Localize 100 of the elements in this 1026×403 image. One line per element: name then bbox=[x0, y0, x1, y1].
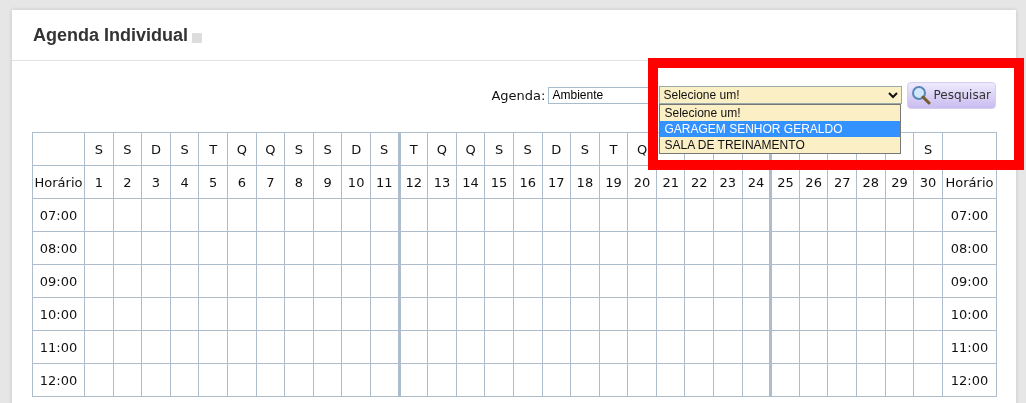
slot-cell[interactable] bbox=[170, 231, 199, 265]
slot-cell[interactable] bbox=[656, 363, 685, 397]
slot-cell[interactable] bbox=[284, 297, 314, 331]
slot-cell[interactable] bbox=[227, 231, 257, 265]
slot-cell[interactable] bbox=[513, 330, 542, 364]
slot-cell[interactable] bbox=[227, 264, 257, 298]
slot-cell[interactable] bbox=[799, 363, 828, 397]
slot-cell[interactable] bbox=[570, 297, 600, 331]
slot-cell[interactable] bbox=[913, 363, 943, 397]
slot-cell[interactable] bbox=[284, 198, 314, 232]
dropdown-option[interactable]: Selecione um! bbox=[660, 105, 901, 121]
slot-cell[interactable] bbox=[399, 231, 428, 265]
slot-cell[interactable] bbox=[713, 363, 743, 397]
slot-cell[interactable] bbox=[341, 264, 371, 298]
slot-cell[interactable] bbox=[913, 330, 943, 364]
slot-cell[interactable] bbox=[113, 198, 142, 232]
slot-cell[interactable] bbox=[170, 363, 199, 397]
slot-cell[interactable] bbox=[113, 363, 142, 397]
slot-cell[interactable] bbox=[456, 264, 485, 298]
search-button[interactable]: Pesquisar bbox=[907, 81, 996, 109]
slot-cell[interactable] bbox=[770, 198, 800, 232]
slot-cell[interactable] bbox=[284, 363, 314, 397]
slot-cell[interactable] bbox=[484, 231, 514, 265]
slot-cell[interactable] bbox=[256, 330, 285, 364]
dropdown-option[interactable]: SALA DE TREINAMENTO bbox=[660, 137, 901, 153]
slot-cell[interactable] bbox=[141, 363, 171, 397]
slot-cell[interactable] bbox=[913, 198, 943, 232]
slot-cell[interactable] bbox=[542, 363, 571, 397]
slot-cell[interactable] bbox=[341, 330, 371, 364]
slot-cell[interactable] bbox=[799, 297, 828, 331]
slot-cell[interactable] bbox=[84, 198, 114, 232]
slot-cell[interactable] bbox=[885, 264, 914, 298]
slot-cell[interactable] bbox=[341, 297, 371, 331]
agenda-select[interactable]: Selecione um! bbox=[659, 86, 903, 104]
slot-cell[interactable] bbox=[684, 231, 714, 265]
slot-cell[interactable] bbox=[484, 363, 514, 397]
slot-cell[interactable] bbox=[113, 330, 142, 364]
slot-cell[interactable] bbox=[684, 330, 714, 364]
slot-cell[interactable] bbox=[570, 198, 600, 232]
slot-cell[interactable] bbox=[456, 363, 485, 397]
slot-cell[interactable] bbox=[885, 330, 914, 364]
slot-cell[interactable] bbox=[770, 264, 800, 298]
slot-cell[interactable] bbox=[427, 330, 457, 364]
slot-cell[interactable] bbox=[513, 231, 542, 265]
slot-cell[interactable] bbox=[456, 198, 485, 232]
slot-cell[interactable] bbox=[599, 231, 628, 265]
slot-cell[interactable] bbox=[484, 297, 514, 331]
slot-cell[interactable] bbox=[656, 297, 685, 331]
slot-cell[interactable] bbox=[170, 198, 199, 232]
slot-cell[interactable] bbox=[770, 297, 800, 331]
slot-cell[interactable] bbox=[198, 264, 228, 298]
slot-cell[interactable] bbox=[513, 198, 542, 232]
slot-cell[interactable] bbox=[827, 363, 857, 397]
slot-cell[interactable] bbox=[770, 330, 800, 364]
slot-cell[interactable] bbox=[542, 198, 571, 232]
slot-cell[interactable] bbox=[84, 297, 114, 331]
slot-cell[interactable] bbox=[284, 231, 314, 265]
slot-cell[interactable] bbox=[341, 231, 371, 265]
slot-cell[interactable] bbox=[170, 264, 199, 298]
slot-cell[interactable] bbox=[627, 231, 657, 265]
slot-cell[interactable] bbox=[227, 198, 257, 232]
slot-cell[interactable] bbox=[656, 330, 685, 364]
slot-cell[interactable] bbox=[713, 231, 743, 265]
slot-cell[interactable] bbox=[170, 297, 199, 331]
slot-cell[interactable] bbox=[227, 297, 257, 331]
slot-cell[interactable] bbox=[684, 198, 714, 232]
slot-cell[interactable] bbox=[227, 330, 257, 364]
slot-cell[interactable] bbox=[570, 363, 600, 397]
slot-cell[interactable] bbox=[313, 264, 342, 298]
slot-cell[interactable] bbox=[599, 297, 628, 331]
slot-cell[interactable] bbox=[799, 231, 828, 265]
slot-cell[interactable] bbox=[198, 330, 228, 364]
slot-cell[interactable] bbox=[427, 264, 457, 298]
slot-cell[interactable] bbox=[885, 363, 914, 397]
slot-cell[interactable] bbox=[570, 330, 600, 364]
slot-cell[interactable] bbox=[856, 231, 886, 265]
slot-cell[interactable] bbox=[513, 297, 542, 331]
slot-cell[interactable] bbox=[313, 231, 342, 265]
slot-cell[interactable] bbox=[341, 198, 371, 232]
slot-cell[interactable] bbox=[427, 363, 457, 397]
slot-cell[interactable] bbox=[713, 264, 743, 298]
slot-cell[interactable] bbox=[684, 264, 714, 298]
slot-cell[interactable] bbox=[599, 264, 628, 298]
slot-cell[interactable] bbox=[399, 363, 428, 397]
slot-cell[interactable] bbox=[513, 264, 542, 298]
slot-cell[interactable] bbox=[627, 198, 657, 232]
slot-cell[interactable] bbox=[399, 264, 428, 298]
slot-cell[interactable] bbox=[313, 297, 342, 331]
slot-cell[interactable] bbox=[198, 363, 228, 397]
slot-cell[interactable] bbox=[770, 363, 800, 397]
slot-cell[interactable] bbox=[141, 297, 171, 331]
slot-cell[interactable] bbox=[656, 231, 685, 265]
slot-cell[interactable] bbox=[827, 198, 857, 232]
slot-cell[interactable] bbox=[113, 231, 142, 265]
slot-cell[interactable] bbox=[913, 264, 943, 298]
slot-cell[interactable] bbox=[599, 330, 628, 364]
slot-cell[interactable] bbox=[827, 330, 857, 364]
slot-cell[interactable] bbox=[141, 330, 171, 364]
slot-cell[interactable] bbox=[713, 198, 743, 232]
slot-cell[interactable] bbox=[627, 363, 657, 397]
